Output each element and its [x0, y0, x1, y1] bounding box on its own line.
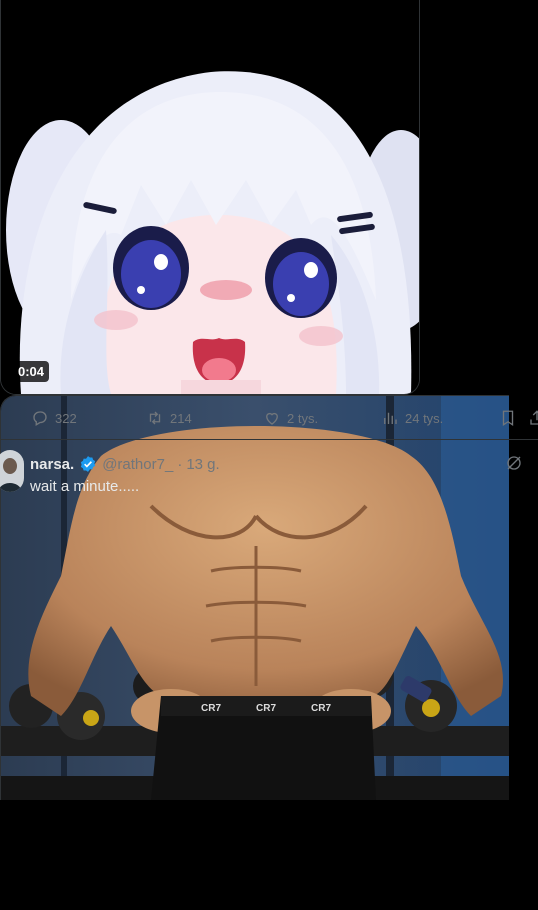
anime-character-image — [1, 0, 419, 394]
reply-icon — [33, 411, 47, 426]
svg-text:CR7: CR7 — [311, 703, 331, 714]
views-count: 24 tys. — [405, 410, 444, 426]
tweet-divider — [0, 439, 538, 440]
views-icon — [384, 412, 397, 424]
svg-text:CR7: CR7 — [256, 703, 276, 714]
grok-icon[interactable] — [505, 454, 523, 472]
repost-icon — [149, 411, 161, 425]
tweet-text: wait a minute..... — [30, 478, 140, 495]
bookmark-icon — [502, 410, 514, 427]
verified-icon — [81, 456, 96, 472]
separator-dot: · — [177, 455, 183, 473]
video-timestamp: 0:04 — [13, 361, 50, 382]
bookmark-button[interactable] — [499, 408, 517, 428]
tweet-time[interactable]: 13 g. — [186, 456, 219, 473]
reply-button[interactable]: 322 — [31, 408, 77, 428]
author-name[interactable]: narsa. — [30, 456, 74, 473]
like-icon — [266, 412, 278, 425]
video-media[interactable]: 0:04 — [0, 0, 420, 395]
avatar[interactable] — [0, 450, 24, 492]
share-button[interactable] — [528, 408, 538, 428]
repost-count: 214 — [170, 410, 192, 426]
like-button[interactable]: 2 tys. — [263, 408, 318, 428]
reply-count: 322 — [55, 410, 77, 426]
author-handle[interactable]: @rathor7_ — [102, 456, 173, 473]
tweet-author-row: narsa. @rathor7_ · 13 g. — [30, 455, 220, 473]
share-icon — [530, 410, 538, 425]
like-count: 2 tys. — [287, 410, 319, 426]
svg-text:CR7: CR7 — [201, 703, 221, 714]
views-button[interactable]: 24 tys. — [381, 408, 443, 428]
repost-button[interactable]: 214 — [146, 408, 192, 428]
